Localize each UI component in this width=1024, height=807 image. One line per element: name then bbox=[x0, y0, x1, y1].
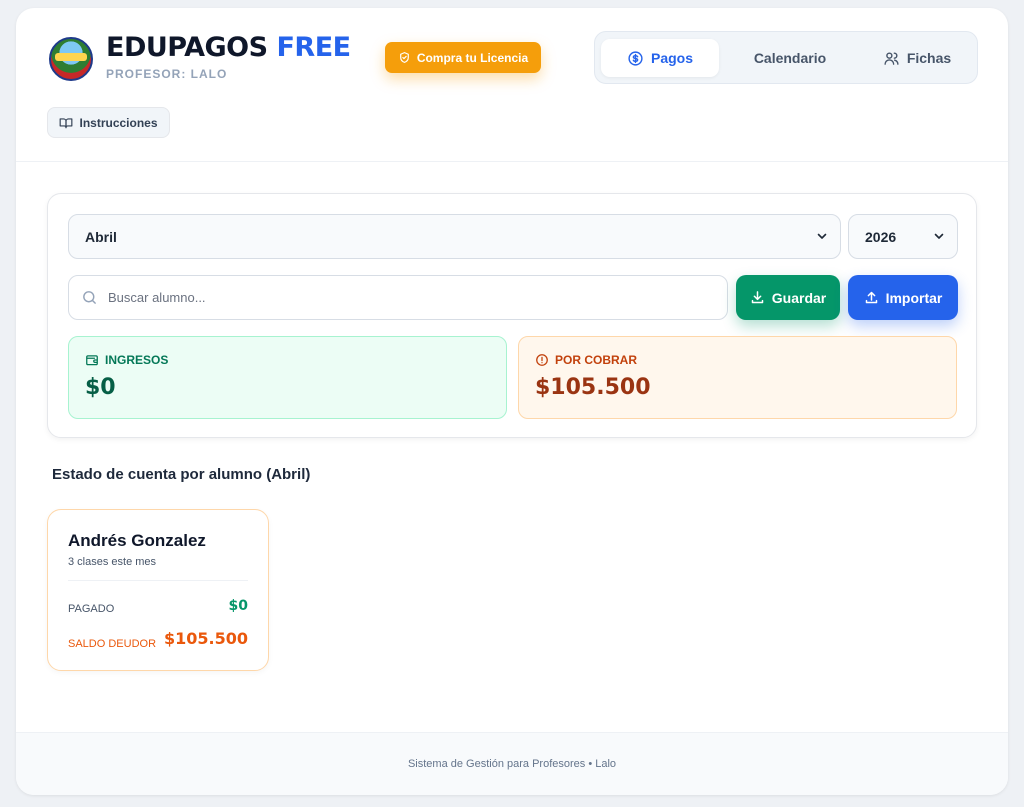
pending-value: $105.500 bbox=[535, 375, 651, 400]
chevron-down-icon bbox=[934, 233, 944, 239]
tab-calendario[interactable]: Calendario bbox=[725, 39, 855, 77]
book-icon bbox=[60, 117, 73, 128]
chevron-down-icon bbox=[817, 233, 827, 239]
tab-pagos-label: Pagos bbox=[650, 50, 693, 66]
save-button[interactable]: Guardar bbox=[736, 275, 840, 320]
paid-value: $0 bbox=[228, 598, 248, 614]
footer-text: Sistema de Gestión para Profesores • Lal… bbox=[407, 758, 617, 770]
teacher-label: PROFESOR: LALO bbox=[106, 67, 228, 81]
month-select[interactable]: Abril bbox=[68, 214, 841, 259]
debt-value: $105.500 bbox=[163, 629, 248, 648]
student-name: Andrés Gonzalez bbox=[68, 531, 206, 550]
dollar-circle-icon bbox=[628, 50, 643, 66]
income-label: INGRESOS bbox=[105, 353, 169, 367]
buy-license-button[interactable]: Compra tu Licencia bbox=[385, 42, 541, 73]
year-select-value: 2026 bbox=[865, 228, 897, 245]
shield-icon bbox=[399, 52, 409, 63]
tab-fichas[interactable]: Fichas bbox=[861, 39, 973, 77]
brand-title-accent: FREE bbox=[276, 32, 351, 63]
footer: Sistema de Gestión para Profesores • Lal… bbox=[16, 732, 1008, 795]
student-classes: 3 clases este mes bbox=[68, 556, 157, 568]
app-logo bbox=[49, 37, 93, 81]
card-divider bbox=[68, 580, 248, 581]
debt-label: SALDO DEUDOR bbox=[68, 638, 157, 650]
tab-calendario-label: Calendario bbox=[753, 50, 827, 66]
pending-header: POR COBRAR bbox=[535, 353, 940, 367]
income-card: INGRESOS $0 bbox=[68, 336, 507, 419]
section-title: Estado de cuenta por alumno (Abril) bbox=[52, 466, 311, 483]
instructions-label: Instrucciones bbox=[79, 115, 158, 130]
student-card[interactable]: Andrés Gonzalez 3 clases este mes PAGADO… bbox=[47, 509, 269, 671]
upload-icon bbox=[865, 291, 877, 304]
app-window: EDUPAGOS FREE PROFESOR: LALO Compra tu L… bbox=[16, 8, 1008, 795]
brand-title: EDUPAGOS FREE bbox=[106, 32, 351, 63]
search-input[interactable] bbox=[108, 290, 708, 305]
save-label: Guardar bbox=[771, 289, 827, 306]
header: EDUPAGOS FREE PROFESOR: LALO Compra tu L… bbox=[16, 8, 1008, 162]
tab-pagos[interactable]: Pagos bbox=[601, 39, 719, 77]
pending-card: POR COBRAR $105.500 bbox=[518, 336, 957, 419]
instructions-button[interactable]: Instrucciones bbox=[47, 107, 170, 138]
search-icon bbox=[83, 291, 96, 304]
alert-circle-icon bbox=[536, 354, 548, 366]
search-box bbox=[68, 275, 728, 320]
users-icon bbox=[884, 51, 899, 65]
paid-label: PAGADO bbox=[68, 603, 115, 615]
wallet-icon bbox=[86, 355, 98, 366]
brand-title-main: EDUPAGOS bbox=[106, 32, 268, 63]
import-label: Importar bbox=[885, 289, 943, 306]
year-select[interactable]: 2026 bbox=[848, 214, 958, 259]
income-header: INGRESOS bbox=[85, 353, 490, 367]
tab-fichas-label: Fichas bbox=[906, 50, 952, 66]
payments-panel: Abril 2026 Guardar Importar INGRESOS $0 bbox=[47, 193, 977, 438]
buy-license-label: Compra tu Licencia bbox=[416, 50, 529, 65]
import-button[interactable]: Importar bbox=[848, 275, 958, 320]
month-select-value: Abril bbox=[85, 228, 117, 245]
download-icon bbox=[751, 291, 764, 304]
main-nav: Pagos Calendario Fichas bbox=[594, 31, 978, 84]
income-value: $0 bbox=[85, 375, 116, 400]
pending-label: POR COBRAR bbox=[555, 353, 638, 367]
